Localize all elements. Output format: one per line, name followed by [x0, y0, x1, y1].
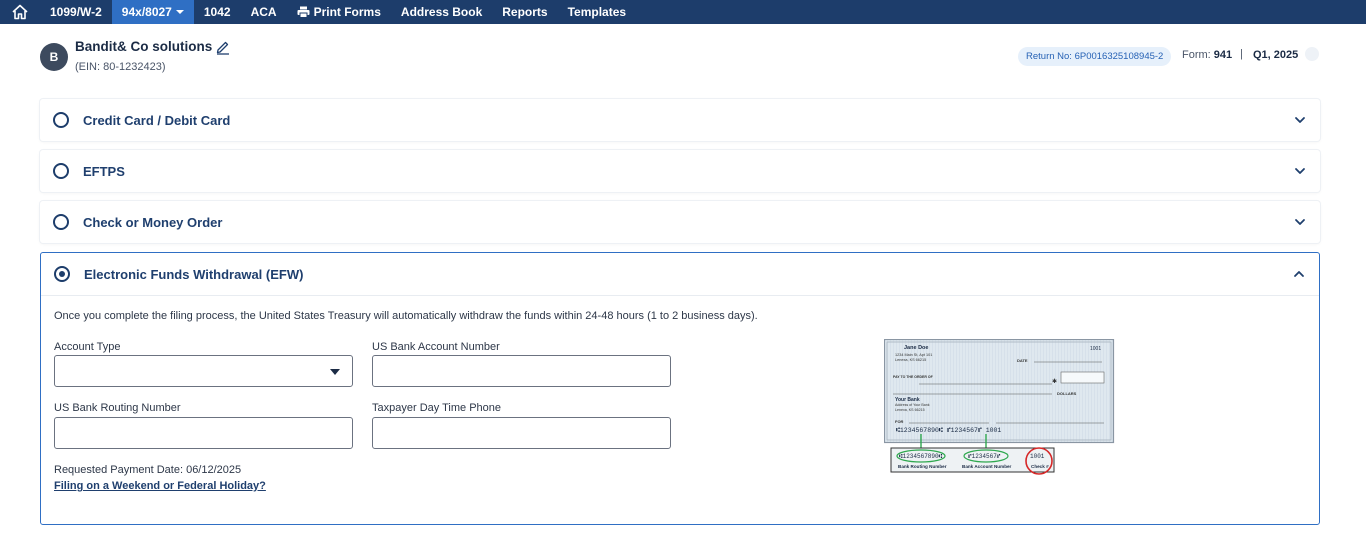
- company-name: Bandit& Co solutions: [75, 39, 213, 54]
- panel-header[interactable]: Electronic Funds Withdrawal (EFW): [41, 253, 1319, 296]
- home-button[interactable]: [0, 0, 40, 24]
- panel-title: Electronic Funds Withdrawal (EFW): [84, 266, 304, 282]
- top-nav: 1099/W-2 94x/8027 1042 ACA Print Forms A…: [0, 0, 1366, 24]
- dropdown-arrow-icon: [330, 369, 340, 375]
- check-dollars-label: DOLLARS: [1057, 391, 1077, 396]
- account-type-select[interactable]: [54, 355, 353, 387]
- nav-templates[interactable]: Templates: [558, 0, 636, 24]
- check-number-caption: Check #: [1031, 464, 1049, 469]
- form-type: Form: 941: [1182, 49, 1233, 61]
- payment-option-eftps[interactable]: EFTPS: [40, 150, 1320, 192]
- radio-check[interactable]: [53, 214, 69, 230]
- payment-option-credit-card[interactable]: Credit Card / Debit Card: [40, 99, 1320, 141]
- check-memo-label: FOR: [895, 419, 904, 424]
- nav-reports[interactable]: Reports: [492, 0, 557, 24]
- sample-check-image: Jane Doe 1234 Main St, Apt 101 Lenexa, K…: [884, 339, 1115, 475]
- efw-description: Once you complete the filing process, th…: [54, 310, 758, 322]
- routing-number-input[interactable]: [54, 417, 353, 449]
- nav-1042[interactable]: 1042: [194, 0, 241, 24]
- phone-input[interactable]: [372, 417, 671, 449]
- check-name: Jane Doe: [904, 345, 928, 351]
- caret-down-icon: [175, 10, 184, 14]
- requested-payment-date: Requested Payment Date: 06/12/2025: [54, 464, 242, 476]
- routing-number-label: US Bank Routing Number: [54, 402, 181, 414]
- check-micr-line: ⑆1234567890⑆ ⑈1234567⑈ 1001: [896, 427, 1001, 434]
- account-caption: Bank Account Number: [962, 464, 1012, 469]
- radio-credit-card[interactable]: [53, 112, 69, 128]
- check-date-label: DATE: [1017, 358, 1028, 363]
- check-address-2: Lenexa, KS 66215: [895, 358, 926, 362]
- avatar: B: [40, 43, 68, 71]
- check-address-1: 1234 Main St, Apt 101: [895, 353, 932, 357]
- payment-option-check[interactable]: Check or Money Order: [40, 201, 1320, 243]
- panel-title: Check or Money Order: [83, 214, 223, 230]
- chevron-down-icon[interactable]: [1294, 165, 1306, 177]
- check-bank-address-1: Address of Your Bank: [895, 403, 930, 407]
- account-type-label: Account Type: [54, 341, 121, 353]
- callout-check-digits: 1001: [1030, 453, 1045, 460]
- callout-routing-digits: ⑆1234567890⑆: [899, 453, 943, 460]
- radio-efw[interactable]: [54, 266, 70, 282]
- check-pay-to: PAY TO THE ORDER OF: [893, 375, 934, 379]
- routing-caption: Bank Routing Number: [898, 464, 947, 469]
- return-number-badge: Return No: 6P0016325108945-2: [1018, 47, 1172, 66]
- home-icon: [12, 4, 28, 20]
- radio-eftps[interactable]: [53, 163, 69, 179]
- phone-label: Taxpayer Day Time Phone: [372, 402, 502, 414]
- efw-form: Once you complete the filing process, th…: [41, 296, 1319, 524]
- header-separator: |: [1240, 48, 1243, 60]
- weekend-holiday-link[interactable]: Filing on a Weekend or Federal Holiday?: [54, 480, 266, 492]
- panel-header[interactable]: EFTPS: [40, 150, 1320, 192]
- check-number: 1001: [1090, 346, 1101, 352]
- nav-address-book[interactable]: Address Book: [391, 0, 492, 24]
- tax-period: Q1, 2025: [1253, 49, 1299, 61]
- panel-title: Credit Card / Debit Card: [83, 112, 231, 128]
- payment-option-efw: Electronic Funds Withdrawal (EFW) Once y…: [40, 252, 1320, 525]
- nav-1099-w2[interactable]: 1099/W-2: [40, 0, 112, 24]
- panel-header[interactable]: Credit Card / Debit Card: [40, 99, 1320, 141]
- check-currency-mark: ✱: [1052, 378, 1057, 385]
- check-bank-address-2: Lenexa, KS 66215: [895, 408, 925, 412]
- printer-icon: [297, 6, 310, 18]
- nav-94x-8027[interactable]: 94x/8027: [111, 0, 194, 24]
- account-number-input[interactable]: [372, 355, 671, 387]
- edit-icon[interactable]: [215, 39, 231, 60]
- panel-header[interactable]: Check or Money Order: [40, 201, 1320, 243]
- chevron-down-icon[interactable]: [1294, 216, 1306, 228]
- chevron-up-icon[interactable]: [1293, 268, 1305, 280]
- callout-account-digits: ⑈1234567⑈: [968, 453, 1001, 460]
- nav-aca[interactable]: ACA: [241, 0, 287, 24]
- account-number-label: US Bank Account Number: [372, 341, 500, 353]
- company-ein: (EIN: 80-1232423): [75, 61, 166, 73]
- nav-print-forms[interactable]: Print Forms: [287, 0, 391, 24]
- period-status-icon: [1305, 47, 1319, 61]
- chevron-down-icon[interactable]: [1294, 114, 1306, 126]
- panel-title: EFTPS: [83, 163, 125, 179]
